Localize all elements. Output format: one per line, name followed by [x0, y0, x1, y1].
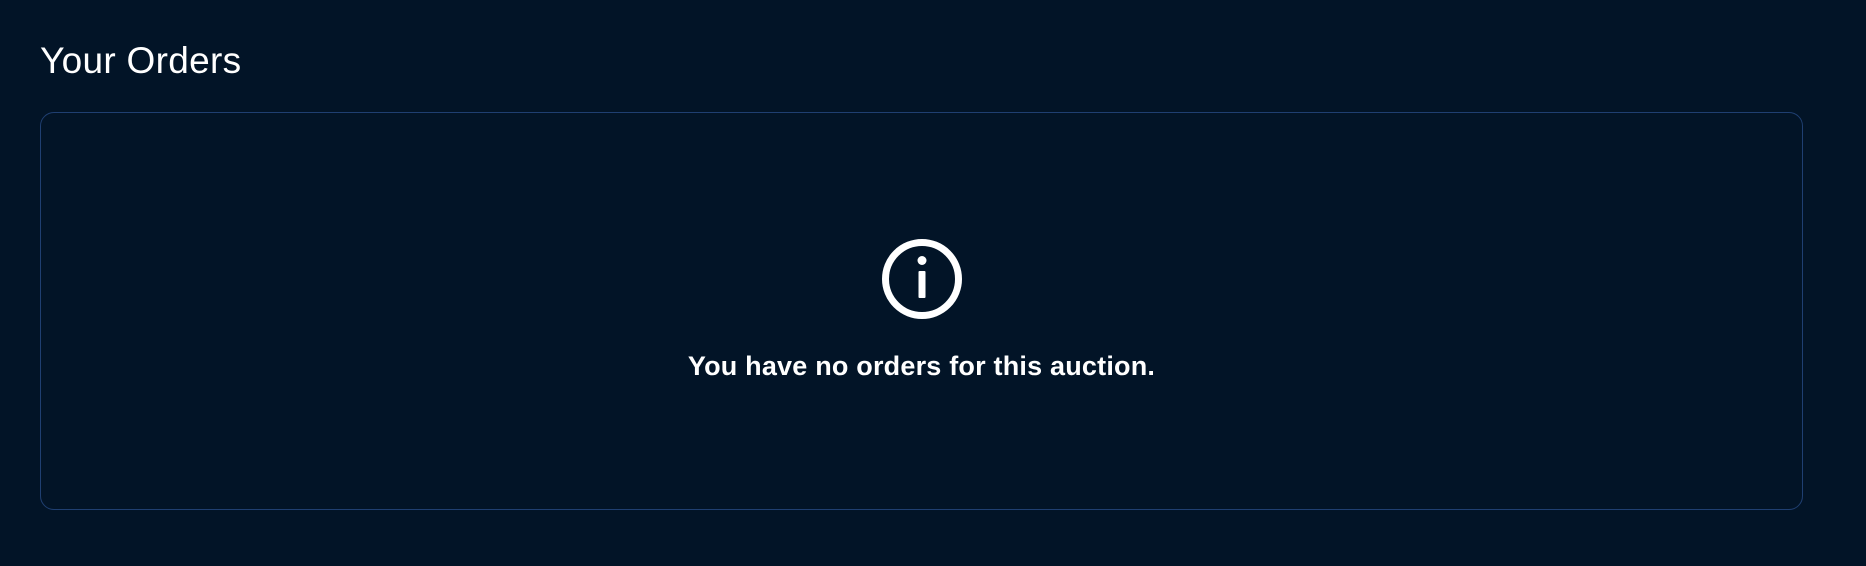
section-title: Your Orders [40, 40, 242, 81]
empty-state: You have no orders for this auction. [41, 237, 1802, 383]
info-icon [881, 239, 962, 319]
orders-empty-card: You have no orders for this auction. [40, 112, 1803, 510]
empty-orders-message: You have no orders for this auction. [687, 351, 1156, 381]
